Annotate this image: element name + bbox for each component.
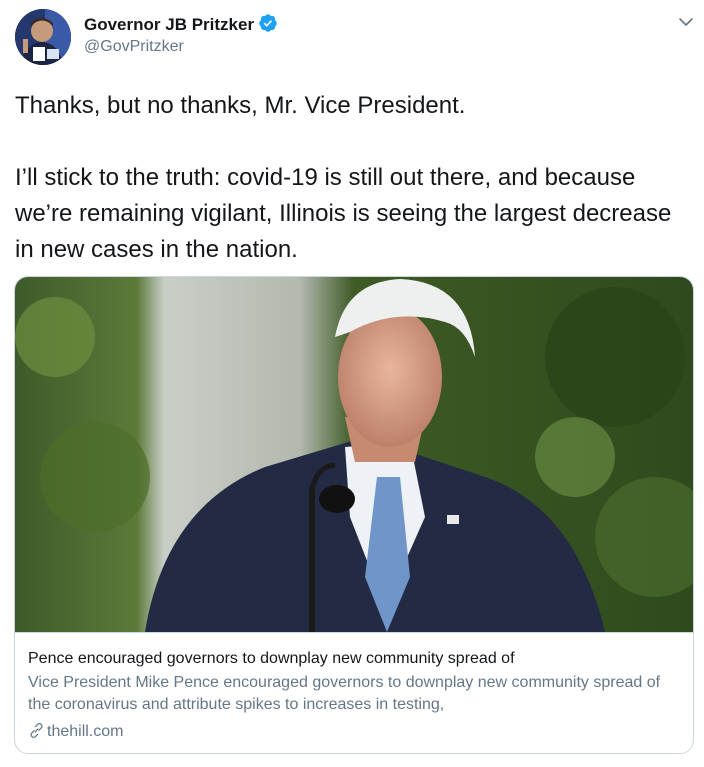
tweet-paragraph: Thanks, but no thanks, Mr. Vice Presiden…: [15, 92, 466, 119]
card-title: Pence encouraged governors to downplay n…: [28, 650, 515, 667]
link-icon: [30, 722, 43, 739]
card-description: Vice President Mike Pence encouraged gov…: [28, 674, 661, 713]
tweet: Governor JB Pritzker @GovPritzker Thanks…: [0, 0, 704, 767]
card-domain: thehill.com: [28, 721, 123, 743]
chevron-down-icon[interactable]: [676, 12, 696, 32]
link-card[interactable]: Pence encouraged governors to downplay n…: [14, 276, 694, 754]
avatar[interactable]: [15, 9, 71, 65]
verified-badge-icon: [259, 14, 277, 32]
tweet-paragraph: I’ll stick to the truth: covid-19 is sti…: [15, 164, 672, 263]
card-image: [15, 277, 693, 632]
display-name[interactable]: Governor JB Pritzker: [84, 13, 278, 35]
handle[interactable]: @GovPritzker: [84, 37, 184, 57]
card-domain-text: thehill.com: [47, 723, 124, 740]
display-name-text: Governor JB Pritzker: [84, 15, 255, 34]
tweet-text: Thanks, but no thanks, Mr. Vice Presiden…: [15, 88, 690, 268]
avatar-image: [15, 9, 71, 65]
card-divider: [15, 632, 693, 633]
